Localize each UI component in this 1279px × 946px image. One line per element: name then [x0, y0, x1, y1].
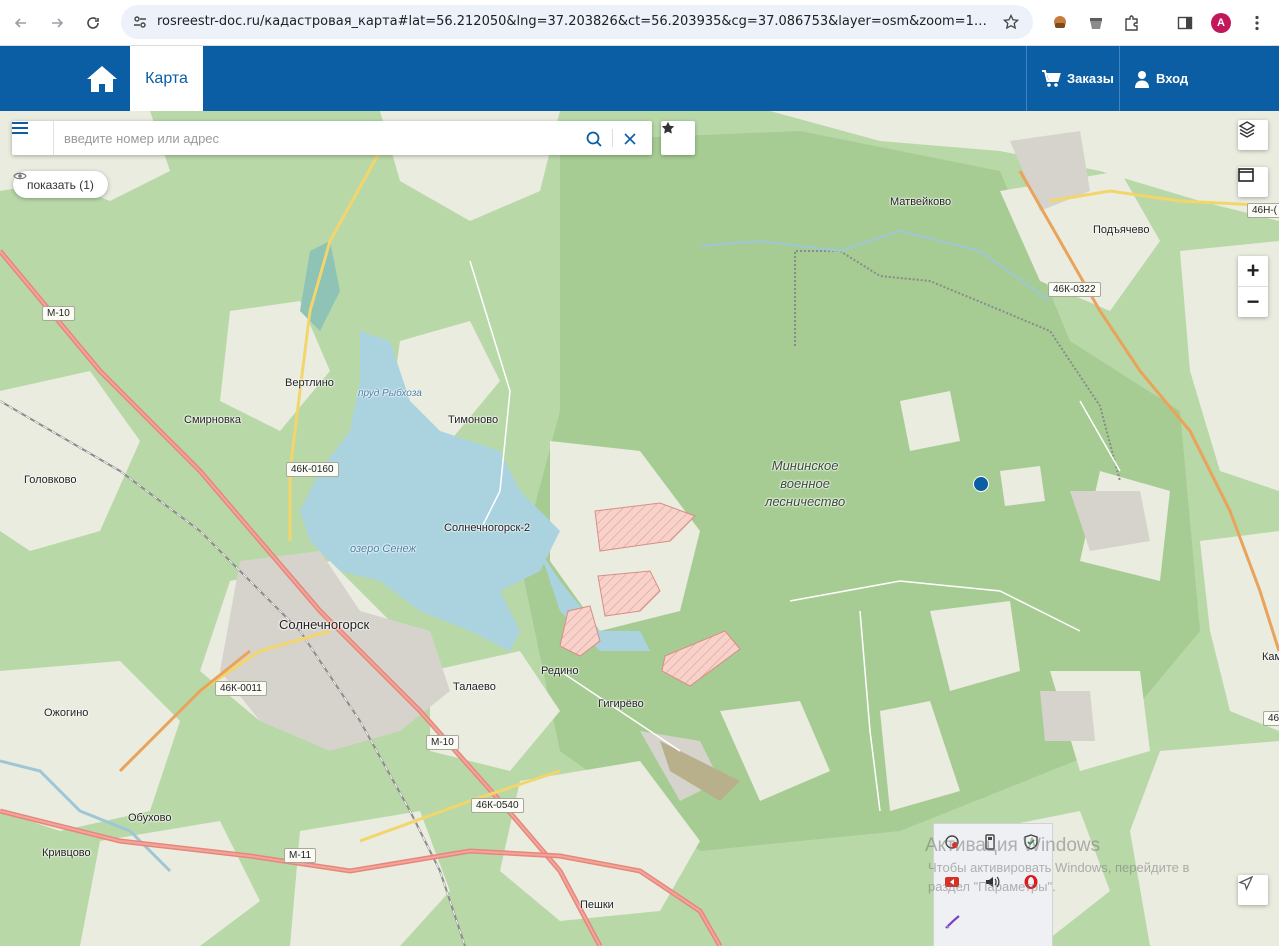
map-label: Подъячево — [1093, 224, 1150, 236]
login-label: Вход — [1156, 71, 1189, 86]
map-label: Солнечногорск — [279, 617, 370, 632]
star-icon[interactable] — [1003, 14, 1019, 30]
browser-menu-button[interactable] — [1245, 11, 1269, 35]
map-label-forest: Мининское военное лесничество — [765, 457, 845, 511]
browser-toolbar: rosreestr-doc.ru/кадастровая_карта#lat=5… — [0, 0, 1279, 46]
clear-search-button[interactable] — [621, 130, 639, 148]
ruler-icon — [1238, 168, 1254, 182]
zoom-in-button[interactable]: + — [1238, 256, 1268, 286]
forward-button[interactable] — [44, 10, 70, 36]
watermark-text: Чтобы активировать Windows, перейдите в — [928, 860, 1190, 875]
watermark-text: раздел "Параметры". — [928, 879, 1056, 894]
site-header: Карта Заказы Вход — [0, 46, 1279, 111]
site-settings-icon — [134, 16, 146, 28]
map-label: Кам — [1262, 651, 1279, 663]
map-canvas[interactable]: Матвейково Подъячево Вертлино пруд Рыбхо… — [0, 111, 1279, 946]
zoom-control: + − — [1238, 256, 1268, 317]
road-shield: 46 — [1263, 711, 1279, 726]
address-bar[interactable]: rosreestr-doc.ru/кадастровая_карта#lat=5… — [121, 5, 1033, 39]
pen-icon[interactable] — [944, 914, 964, 934]
map-label: Вертлино — [285, 377, 334, 389]
reload-icon — [87, 17, 99, 29]
road-shield: 46К-0160 — [286, 462, 339, 477]
menu-button[interactable] — [12, 121, 54, 155]
road-shield: М-10 — [426, 735, 459, 750]
map-layer — [0, 111, 1279, 946]
map-label: Гигирёво — [598, 698, 644, 710]
arrow-right-icon — [52, 18, 64, 28]
map-label: Солнечногорск-2 — [444, 522, 531, 534]
map-label: Тимоново — [448, 414, 499, 426]
reload-button[interactable] — [80, 10, 106, 36]
show-objects-button[interactable]: показать (1) — [13, 171, 108, 198]
map-label: Головково — [24, 474, 77, 486]
header-divider — [1026, 46, 1027, 111]
extensions-puzzle-icon[interactable] — [1120, 11, 1144, 35]
orders-label: Заказы — [1067, 71, 1114, 86]
navigation-arrow-icon — [1238, 875, 1254, 891]
avatar: A — [1211, 13, 1231, 33]
map-label: Смирновка — [184, 414, 241, 426]
zoom-out-button[interactable]: − — [1238, 287, 1268, 317]
map-label: пруд Рыбхоза — [358, 388, 422, 399]
favorites-button[interactable] — [661, 121, 695, 155]
forest-line: военное — [780, 476, 830, 491]
eye-icon — [13, 172, 27, 180]
home-icon — [87, 65, 117, 92]
map-label: озеро Сенеж — [350, 543, 417, 555]
search-icon — [586, 131, 602, 147]
road-shield: 46К-0540 — [471, 798, 524, 813]
road-shield: 46К-0322 — [1048, 282, 1101, 297]
road-shield: М-10 — [42, 306, 75, 321]
road-shield: 46Н-( — [1247, 203, 1279, 218]
home-button[interactable] — [80, 46, 124, 111]
orders-button[interactable]: Заказы — [1041, 46, 1114, 111]
star-icon — [661, 121, 675, 134]
search-button[interactable] — [585, 130, 603, 148]
hamburger-icon — [12, 122, 28, 134]
header-divider — [1119, 46, 1120, 111]
map-label: Пешки — [580, 899, 614, 911]
map-label: Матвейково — [890, 196, 952, 208]
tab-map[interactable]: Карта — [130, 46, 203, 111]
kebab-menu-icon — [1255, 15, 1259, 31]
search-input[interactable] — [64, 121, 584, 155]
cart-icon — [1042, 69, 1061, 87]
login-button[interactable]: Вход — [1134, 46, 1188, 111]
side-panel-icon[interactable] — [1173, 11, 1197, 35]
extension-icon-1[interactable] — [1048, 11, 1072, 35]
layers-button[interactable] — [1238, 120, 1268, 150]
extension-icon-2[interactable] — [1084, 11, 1108, 35]
profile-button[interactable]: A — [1209, 11, 1233, 35]
search-divider — [612, 129, 613, 147]
close-icon — [624, 133, 636, 145]
search-bar — [12, 121, 652, 155]
layers-icon — [1238, 121, 1256, 138]
forest-line: лесничество — [765, 494, 846, 509]
watermark-title: Активация Windows — [925, 835, 1101, 856]
geolocate-button[interactable] — [1238, 875, 1268, 905]
show-objects-label: показать (1) — [27, 177, 94, 192]
road-shield: 46К-0011 — [215, 681, 267, 696]
back-button[interactable] — [8, 10, 34, 36]
ruler-button[interactable] — [1238, 167, 1268, 197]
map-label: Ожогино — [44, 707, 89, 719]
map-label: Редино — [541, 665, 579, 677]
user-icon — [1135, 70, 1149, 88]
location-marker[interactable] — [973, 476, 989, 492]
forest-line: Мининское — [771, 458, 839, 473]
map-label: Кривцово — [42, 847, 91, 859]
arrow-left-icon — [14, 18, 26, 28]
map-label: Талаево — [453, 681, 496, 693]
map-label: Обухово — [128, 812, 172, 824]
road-shield: М-11 — [284, 848, 317, 863]
url-text: rosreestr-doc.ru/кадастровая_карта#lat=5… — [157, 14, 991, 29]
page: rosreestr-doc.ru/кадастровая_карта#lat=5… — [0, 0, 1279, 946]
